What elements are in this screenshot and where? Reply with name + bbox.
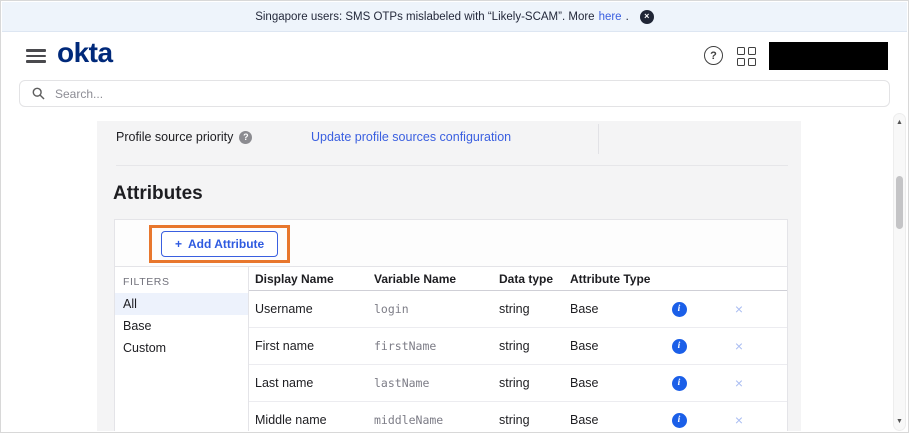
top-header: okta ? [1,33,908,78]
section-divider [116,165,788,166]
filters-sidebar: FILTERS All Base Custom [115,267,249,431]
row-info-icon[interactable]: i [672,339,687,354]
search-input[interactable] [53,86,889,102]
attributes-toolbar: + Add Attribute [115,220,787,267]
vertical-divider [598,124,599,154]
scroll-down-icon[interactable]: ▼ [894,418,905,425]
table-row: First name firstName string Base i × [249,328,787,365]
attributes-card: + Add Attribute FILTERS All Base Custom … [114,219,788,431]
row-delete-icon[interactable]: × [735,339,743,353]
table-row: Middle name middleName string Base i × [249,402,787,431]
banner-message: Singapore users: SMS OTPs mislabeled wit… [255,11,594,23]
okta-logo[interactable]: okta [57,37,113,69]
row-delete-icon[interactable]: × [735,376,743,390]
cell-data-type: string [499,339,570,353]
cell-variable-name: login [374,302,499,316]
cell-variable-name: lastName [374,376,499,390]
cell-display-name: Middle name [255,413,374,427]
cell-attribute-type: Base [570,376,659,390]
attributes-body: FILTERS All Base Custom Display Name Var… [115,267,787,431]
cell-display-name: Last name [255,376,374,390]
cell-display-name: First name [255,339,374,353]
global-search[interactable] [19,80,890,107]
cell-attribute-type: Base [570,339,659,353]
profile-source-priority-row: Profile source priority ? [116,130,252,144]
row-info-icon[interactable]: i [672,302,687,317]
plus-icon: + [175,237,182,251]
row-delete-icon[interactable]: × [735,413,743,427]
filters-heading: FILTERS [115,271,248,293]
add-attribute-button[interactable]: + Add Attribute [161,231,278,257]
table-row: Last name lastName string Base i × [249,365,787,402]
scroll-up-icon[interactable]: ▲ [894,119,905,126]
banner-suffix: . [626,11,629,23]
cell-data-type: string [499,302,570,316]
profile-source-info-icon[interactable]: ? [239,131,252,144]
banner-here-link[interactable]: here [599,11,622,23]
attributes-table: Display Name Variable Name Data type Att… [249,267,787,431]
filter-item-all[interactable]: All [115,293,248,315]
app-switcher-icon[interactable] [737,47,756,66]
cell-data-type: string [499,413,570,427]
help-icon[interactable]: ? [704,46,723,65]
profile-source-priority-label: Profile source priority [116,130,233,144]
notification-banner: Singapore users: SMS OTPs mislabeled wit… [2,2,907,32]
col-attribute-type: Attribute Type [570,272,659,286]
redacted-account-info [769,42,888,70]
banner-close-icon[interactable]: × [640,10,654,24]
col-display-name: Display Name [255,272,374,286]
cell-attribute-type: Base [570,302,659,316]
row-delete-icon[interactable]: × [735,302,743,316]
filter-item-base[interactable]: Base [115,315,248,337]
main-content-panel: Profile source priority ? Update profile… [97,121,801,431]
add-attribute-label: Add Attribute [188,237,264,251]
row-info-icon[interactable]: i [672,413,687,428]
col-data-type: Data type [499,272,570,286]
update-profile-sources-link[interactable]: Update profile sources configuration [311,130,511,144]
scrollbar-thumb[interactable] [896,176,903,229]
cell-variable-name: middleName [374,413,499,427]
okta-admin-window: Singapore users: SMS OTPs mislabeled wit… [0,0,909,433]
table-header-row: Display Name Variable Name Data type Att… [249,267,787,291]
cell-data-type: string [499,376,570,390]
row-info-icon[interactable]: i [672,376,687,391]
hamburger-menu-icon[interactable] [26,49,46,63]
cell-display-name: Username [255,302,374,316]
cell-variable-name: firstName [374,339,499,353]
vertical-scrollbar[interactable]: ▲ ▼ [893,113,906,431]
cell-attribute-type: Base [570,413,659,427]
filter-item-custom[interactable]: Custom [115,337,248,359]
table-row: Username login string Base i × [249,291,787,328]
search-icon [32,87,45,100]
col-variable-name: Variable Name [374,272,499,286]
annotation-highlight-box: + Add Attribute [149,225,290,263]
attributes-heading: Attributes [113,183,203,205]
